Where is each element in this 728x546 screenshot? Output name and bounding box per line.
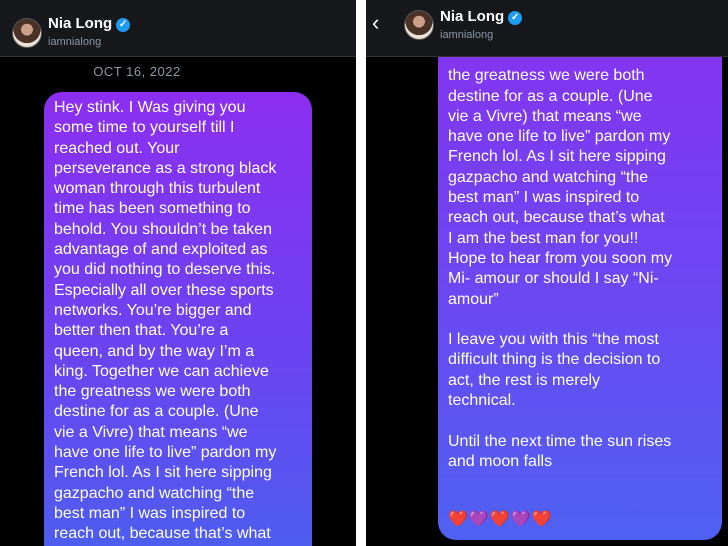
verified-badge-icon: ✓ bbox=[508, 11, 523, 25]
back-arrow-icon[interactable]: ‹ bbox=[372, 10, 379, 36]
message-bubble[interactable]: Hey stink. I Was giving you some time to… bbox=[44, 92, 312, 546]
avatar[interactable] bbox=[12, 18, 42, 48]
avatar[interactable] bbox=[404, 10, 434, 40]
message-bubble[interactable]: the greatness we were both destine for a… bbox=[438, 0, 722, 540]
message-date: OCT 16, 2022 bbox=[93, 64, 181, 79]
verified-badge-icon: ✓ bbox=[116, 18, 131, 32]
contact-handle: iamnialong bbox=[440, 29, 494, 41]
emoji-hearts: ❤️💜❤️💜❤️ bbox=[448, 511, 553, 528]
conversation-header[interactable]: ‹ Nia Long ✓ iamnialong bbox=[366, 0, 728, 57]
conversation-header[interactable]: Nia Long ✓ iamnialong bbox=[0, 0, 356, 57]
contact-handle: iamnialong bbox=[48, 36, 102, 48]
contact-name[interactable]: Nia Long ✓ bbox=[48, 15, 131, 32]
contact-name[interactable]: Nia Long ✓ bbox=[440, 8, 523, 25]
dm-thread-left: Nia Long ✓ iamnialong OCT 16, 2022 Hey st… bbox=[0, 0, 356, 546]
message-text: the greatness we were both destine for a… bbox=[448, 67, 673, 470]
dm-thread-right: the greatness we were both destine for a… bbox=[366, 0, 728, 546]
